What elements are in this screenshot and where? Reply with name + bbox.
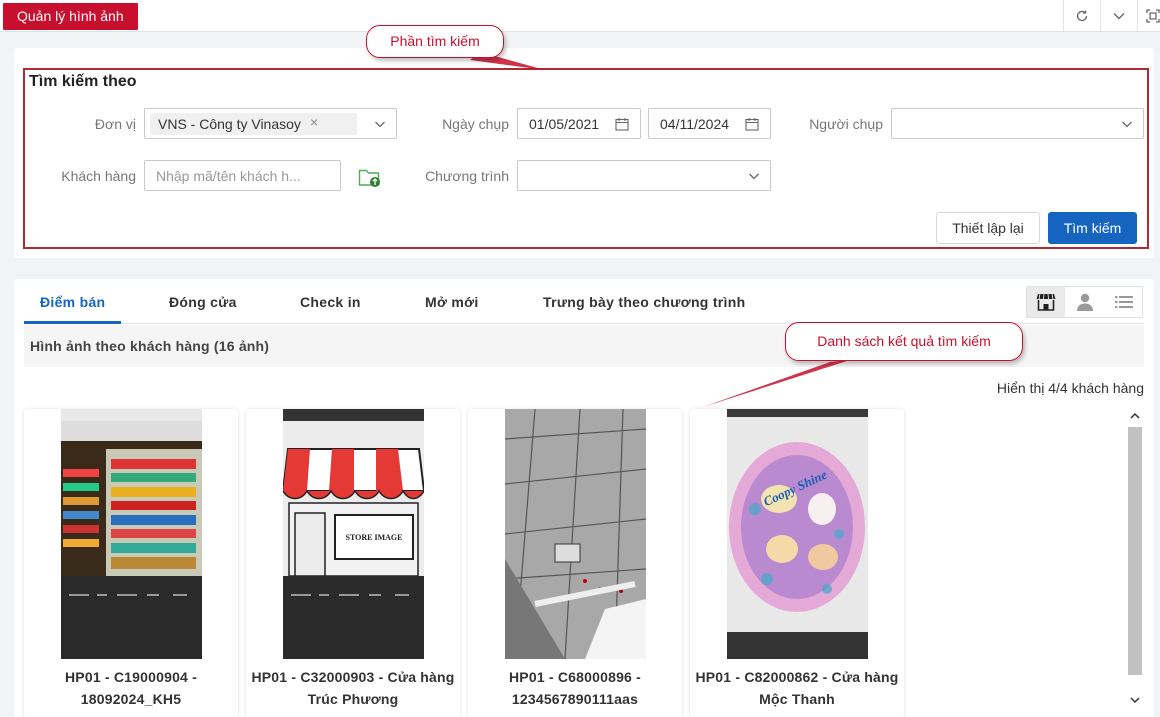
sticker-photo[interactable]: Coopy Shine	[727, 409, 868, 659]
store-image-illustration[interactable]: STORE IMAGE	[283, 409, 424, 659]
store-shelves-photo[interactable]	[61, 409, 202, 659]
tab-bar: Điểm bán Đóng cửa Check in Mở mới Trưng …	[24, 279, 1144, 324]
vertical-scrollbar[interactable]	[1127, 407, 1143, 709]
results-section-callout: Danh sách kết quả tìm kiếm	[785, 322, 1023, 361]
unit-select[interactable]: VNS - Công ty Vinasoy ×	[144, 108, 397, 139]
reset-button[interactable]: Thiết lập lại	[936, 212, 1040, 244]
close-icon[interactable]: ×	[310, 114, 318, 130]
date-from-value: 01/05/2021	[529, 116, 600, 132]
chevron-down-icon	[375, 121, 385, 128]
person-icon[interactable]	[1066, 287, 1104, 317]
store-image-text: STORE IMAGE	[346, 533, 403, 542]
view-switcher	[1026, 286, 1143, 318]
card-caption-line1: HP01 - C32000903 - Cửa hàng	[251, 669, 455, 685]
card-caption: HP01 - C82000862 - Cửa hàng Mộc Thanh	[690, 666, 904, 710]
scroll-up-arrow-icon[interactable]	[1130, 411, 1140, 421]
photographer-label: Người chụp	[809, 116, 883, 132]
card-caption: HP01 - C32000903 - Cửa hàng Trúc Phương	[246, 666, 460, 710]
date-from-input[interactable]: 01/05/2021	[517, 108, 641, 139]
tab-trung-bay[interactable]: Trưng bày theo chương trình	[543, 294, 745, 310]
customer-label: Khách hàng	[61, 168, 136, 184]
calendar-icon	[615, 118, 629, 131]
card-caption-line1: HP01 - C68000896 -	[508, 669, 641, 685]
tab-mo-moi[interactable]: Mở mới	[425, 294, 479, 310]
card-caption: HP01 - C19000904 - 18092024_KH5	[24, 666, 238, 710]
group-title: Hình ảnh theo khách hàng (16 ảnh)	[30, 338, 270, 354]
card-caption-line1: HP01 - C82000862 - Cửa hàng	[695, 669, 899, 685]
tab-dong-cua[interactable]: Đóng cửa	[169, 294, 237, 310]
card-caption: HP01 - C68000896 - 1234567890111aas	[468, 666, 682, 710]
tab-diem-ban[interactable]: Điểm bán	[40, 294, 105, 310]
chevron-down-icon[interactable]	[1100, 0, 1137, 32]
card-caption-line2: Mộc Thanh	[759, 691, 835, 707]
card-caption-line1: HP01 - C19000904 -	[64, 669, 197, 685]
ceiling-photo[interactable]	[505, 409, 646, 659]
customer-card[interactable]: Coopy Shine HP01 - C82000862 - Cửa hàng …	[690, 409, 904, 717]
scroll-down-arrow-icon[interactable]	[1130, 695, 1140, 705]
card-caption-line2: 18092024_KH5	[80, 691, 182, 707]
search-panel: Tìm kiếm theo Đơn vị VNS - Công ty Vinas…	[14, 48, 1154, 258]
date-to-value: 04/11/2024	[660, 116, 730, 132]
store-icon[interactable]	[1027, 287, 1065, 317]
list-icon[interactable]	[1105, 287, 1143, 317]
calendar-icon	[745, 118, 759, 131]
program-select[interactable]	[517, 160, 771, 191]
search-section-callout: Phần tìm kiếm	[366, 25, 504, 58]
fullscreen-icon[interactable]	[1137, 0, 1160, 32]
showing-count: Hiển thị 4/4 khách hàng	[996, 380, 1144, 396]
customer-placeholder: Nhập mã/tên khách h...	[156, 168, 301, 184]
customer-input[interactable]: Nhập mã/tên khách h...	[144, 160, 341, 191]
card-caption-line2: 1234567890111aas	[511, 691, 639, 707]
search-heading: Tìm kiếm theo	[29, 73, 137, 90]
date-to-input[interactable]: 04/11/2024	[648, 108, 771, 139]
search-button[interactable]: Tìm kiếm	[1048, 212, 1137, 244]
customer-card[interactable]: HP01 - C19000904 - 18092024_KH5	[24, 409, 238, 717]
unit-tag-text: VNS - Công ty Vinasoy	[158, 116, 301, 132]
app-title-button[interactable]: Quản lý hình ảnh	[3, 3, 138, 30]
photographer-select[interactable]	[891, 108, 1144, 139]
customer-card[interactable]: HP01 - C68000896 - 1234567890111aas	[468, 409, 682, 717]
top-bar: Quản lý hình ảnh	[0, 0, 1160, 32]
active-tab-indicator	[24, 321, 121, 324]
customer-card[interactable]: STORE IMAGE HP01 - C32000903 - Cửa hàng …	[246, 409, 460, 717]
unit-label: Đơn vị	[94, 116, 136, 132]
card-caption-line2: Trúc Phương	[307, 691, 399, 707]
refresh-icon[interactable]	[1063, 0, 1100, 32]
unit-tag: VNS - Công ty Vinasoy ×	[150, 113, 357, 135]
program-label: Chương trình	[425, 168, 509, 184]
date-label: Ngày chụp	[442, 116, 509, 132]
chevron-down-icon	[749, 173, 759, 180]
folder-upload-icon[interactable]	[358, 167, 382, 189]
scrollbar-thumb[interactable]	[1128, 427, 1142, 675]
tab-check-in[interactable]: Check in	[300, 294, 361, 310]
chevron-down-icon	[1122, 121, 1132, 128]
